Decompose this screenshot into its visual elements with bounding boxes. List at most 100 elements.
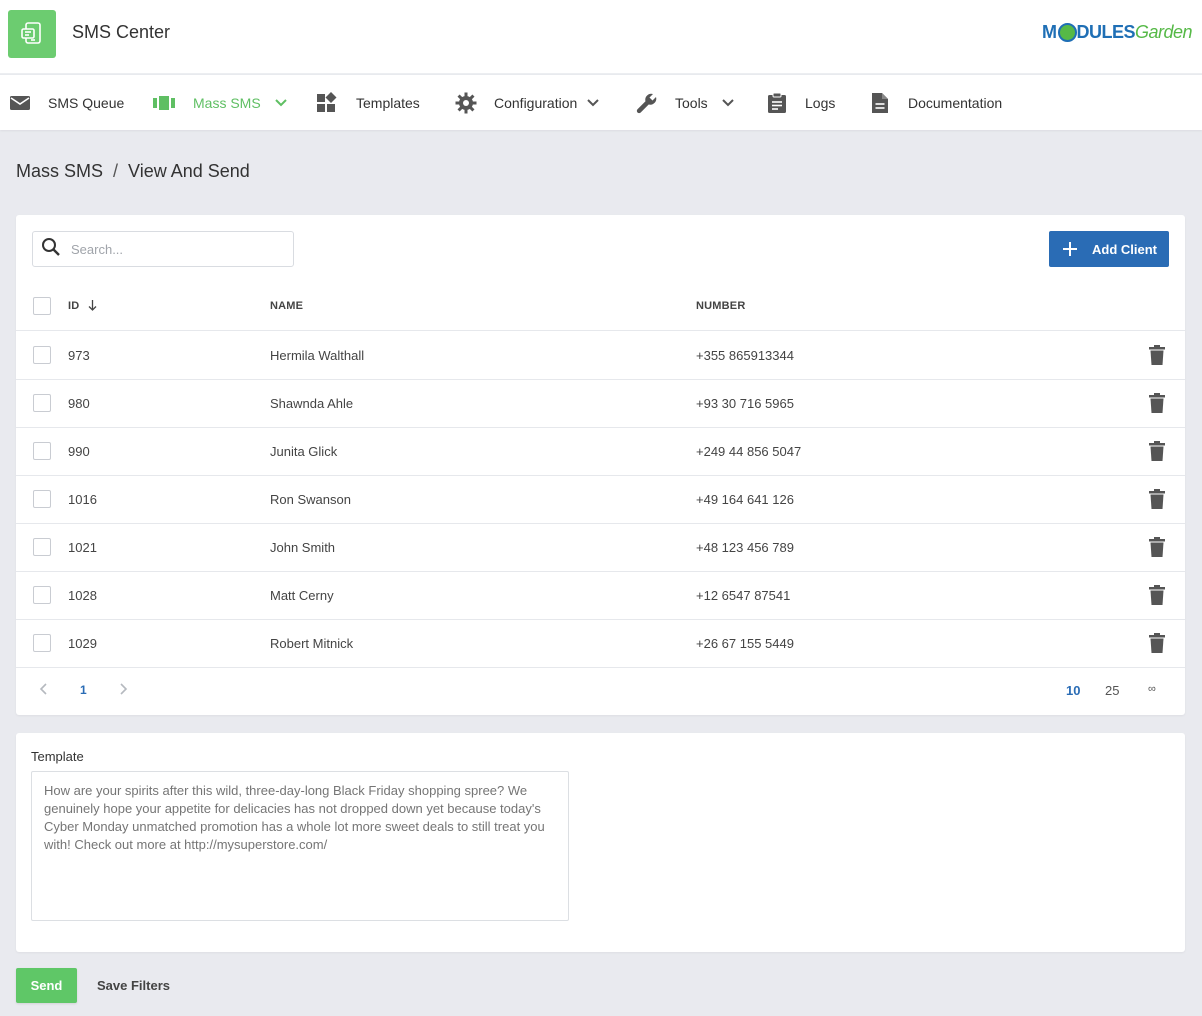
chevron-down-icon — [721, 98, 734, 107]
cell-number: +249 44 856 5047 — [696, 444, 802, 459]
cell-number: +12 6547 87541 — [696, 588, 791, 603]
widgets-icon — [316, 91, 338, 114]
breadcrumb: Mass SMS / View And Send — [16, 161, 250, 182]
table-row[interactable]: 1028 Matt Cerny +12 6547 87541 — [16, 572, 1185, 620]
send-button[interactable]: Send — [16, 968, 77, 1003]
cell-name: Junita Glick — [270, 444, 338, 459]
trash-icon[interactable] — [1149, 633, 1165, 656]
page-size-all[interactable]: ∞ — [1148, 683, 1156, 695]
clients-table-card: Add Client ID NAME NUMBER 973 Hermila Wal… — [16, 215, 1185, 715]
template-textarea[interactable] — [31, 771, 569, 921]
row-checkbox[interactable] — [33, 586, 51, 604]
carousel-icon — [153, 92, 175, 114]
save-filters-button[interactable]: Save Filters — [97, 978, 170, 993]
envelope-icon — [9, 92, 31, 114]
nav-label-mass-sms: Mass SMS — [193, 94, 261, 111]
trash-icon[interactable] — [1149, 585, 1165, 608]
chevron-down-icon — [587, 98, 599, 107]
add-client-button[interactable]: Add Client — [1049, 231, 1169, 267]
next-page-icon[interactable] — [120, 683, 128, 698]
trash-icon[interactable] — [1149, 345, 1165, 368]
cell-id: 1021 — [68, 540, 97, 555]
cell-id: 973 — [68, 348, 90, 363]
cell-id: 980 — [68, 396, 90, 411]
trash-icon[interactable] — [1149, 537, 1165, 560]
cell-name: John Smith — [270, 540, 336, 555]
template-label: Template — [31, 749, 84, 764]
nav-item-tools[interactable]: Tools — [636, 75, 734, 130]
table-row[interactable]: 1016 Ron Swanson +49 164 641 126 — [16, 476, 1185, 524]
gear-icon — [455, 92, 477, 114]
page-size-10[interactable]: 10 — [1066, 683, 1080, 698]
cell-name: Hermila Walthall — [270, 348, 365, 363]
wrench-icon — [636, 92, 658, 114]
row-checkbox[interactable] — [33, 538, 51, 556]
nav-item-sms-queue[interactable]: SMS Queue — [9, 75, 124, 130]
row-checkbox[interactable] — [33, 346, 51, 364]
nav-label-tools: Tools — [675, 94, 708, 111]
cell-id: 1028 — [68, 588, 97, 603]
row-checkbox[interactable] — [33, 442, 51, 460]
breadcrumb-current: View And Send — [128, 161, 250, 181]
column-id[interactable]: ID — [68, 300, 97, 314]
cell-name: Robert Mitnick — [270, 636, 354, 651]
modulesgarden-logo: M DULES Garden — [1042, 22, 1193, 42]
prev-page-icon[interactable] — [39, 683, 47, 698]
document-icon — [869, 92, 891, 114]
cell-number: +93 30 716 5965 — [696, 396, 794, 411]
trash-icon[interactable] — [1149, 441, 1165, 464]
nav-item-templates[interactable]: Templates — [316, 75, 420, 130]
page-size-25[interactable]: 25 — [1105, 683, 1119, 698]
nav-item-configuration[interactable]: Configuration — [455, 75, 599, 130]
cell-number: +26 67 155 5449 — [696, 636, 794, 651]
cell-number: +48 123 456 789 — [696, 540, 794, 555]
table-row[interactable]: 980 Shawnda Ahle +93 30 716 5965 — [16, 380, 1185, 428]
cell-id: 1029 — [68, 636, 97, 651]
table-row[interactable]: 973 Hermila Walthall +355 865913344 — [16, 332, 1185, 380]
cell-name: Ron Swanson — [270, 492, 351, 507]
nav-item-logs[interactable]: Logs — [766, 75, 835, 130]
top-header: SMS Center M DULES Garden — [0, 0, 1202, 74]
cell-number: +355 865913344 — [696, 348, 794, 363]
add-client-label: Add Client — [1092, 241, 1157, 257]
search-input[interactable] — [71, 241, 271, 257]
search-icon — [41, 237, 61, 262]
cell-id: 990 — [68, 444, 90, 459]
sms-center-logo-icon — [8, 10, 56, 58]
nav-label-documentation: Documentation — [908, 94, 1003, 111]
column-name[interactable]: NAME — [270, 300, 303, 312]
clipboard-icon — [766, 92, 788, 114]
cell-name: Shawnda Ahle — [270, 396, 354, 411]
row-checkbox[interactable] — [33, 634, 51, 652]
cell-name: Matt Cerny — [270, 588, 334, 603]
main-nav: SMS Queue Mass SMS Templates Configurati… — [0, 75, 1202, 130]
cell-id: 1016 — [68, 492, 97, 507]
plus-icon — [1062, 241, 1078, 257]
nav-label-templates: Templates — [356, 94, 420, 111]
app-title: SMS Center — [72, 22, 171, 42]
nav-item-mass-sms[interactable]: Mass SMS — [153, 75, 287, 130]
pagination: 1 10 25 ∞ — [16, 679, 1185, 703]
row-checkbox[interactable] — [33, 490, 51, 508]
chevron-down-icon — [274, 98, 287, 107]
trash-icon[interactable] — [1149, 489, 1165, 512]
table-row[interactable]: 990 Junita Glick +249 44 856 5047 — [16, 428, 1185, 476]
breadcrumb-parent[interactable]: Mass SMS — [16, 161, 103, 182]
nav-item-documentation[interactable]: Documentation — [869, 75, 1002, 130]
select-all-checkbox[interactable] — [33, 297, 51, 315]
template-card: Template — [16, 733, 1185, 952]
search-box[interactable] — [32, 231, 294, 267]
cell-number: +49 164 641 126 — [696, 492, 794, 507]
row-checkbox[interactable] — [33, 394, 51, 412]
breadcrumb-separator: / — [113, 161, 119, 181]
table-row[interactable]: 1021 John Smith +48 123 456 789 — [16, 524, 1185, 572]
page-number[interactable]: 1 — [80, 683, 87, 697]
table-row[interactable]: 1029 Robert Mitnick +26 67 155 5449 — [16, 620, 1185, 668]
table-header: ID NAME NUMBER — [16, 283, 1185, 331]
nav-label-logs: Logs — [805, 94, 836, 111]
column-number[interactable]: NUMBER — [696, 300, 745, 312]
sort-desc-icon — [88, 300, 97, 314]
trash-icon[interactable] — [1149, 393, 1165, 416]
nav-label-sms-queue: SMS Queue — [48, 94, 125, 111]
nav-label-configuration: Configuration — [494, 94, 578, 111]
